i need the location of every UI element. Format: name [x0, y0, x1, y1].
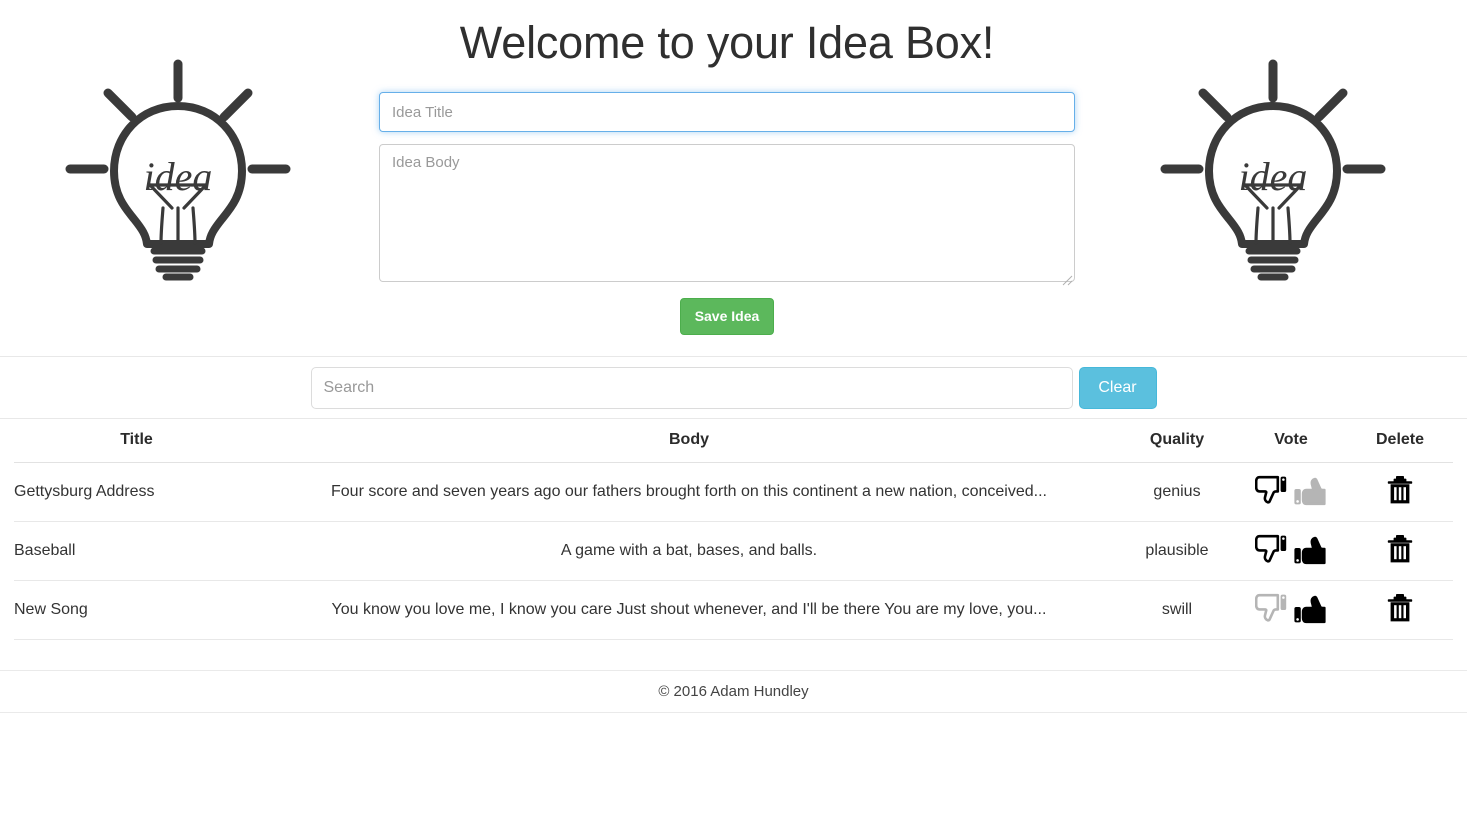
cell-quality: swill [1119, 580, 1235, 640]
cell-quality: genius [1119, 462, 1235, 522]
table-header: Title Body Quality Vote Delete [14, 419, 1453, 463]
table-body: Gettysburg Address Four score and seven … [14, 462, 1453, 640]
table-row: Gettysburg Address Four score and seven … [14, 462, 1453, 522]
copyright-text: © 2016 Adam Hundley [658, 683, 809, 700]
cell-body: A game with a bat, bases, and balls. [259, 521, 1119, 581]
search-group: Clear [310, 366, 1157, 409]
column-header-quality: Quality [1119, 419, 1235, 463]
table-row: Baseball A game with a bat, bases, and b… [14, 521, 1453, 581]
search-zone: Clear [0, 357, 1467, 418]
bulb-word: idea [1239, 154, 1308, 199]
column-header-title: Title [14, 419, 259, 463]
cell-body: Four score and seven years ago our fathe… [259, 462, 1119, 522]
clear-search-button[interactable]: Clear [1078, 366, 1157, 409]
header-zone: idea idea Welcome to your Idea Box! Idea… [0, 0, 1467, 356]
bulb-word: idea [144, 154, 213, 199]
cell-title: Baseball [14, 521, 259, 581]
upvote-button[interactable] [1293, 592, 1327, 624]
cell-title: Gettysburg Address [14, 462, 259, 522]
footer: © 2016 Adam Hundley [0, 670, 1467, 713]
column-header-delete: Delete [1347, 419, 1453, 463]
page-title: Welcome to your Idea Box! [459, 17, 995, 68]
vote-controls [1254, 474, 1327, 506]
downvote-button[interactable] [1254, 475, 1289, 505]
idea-body-input[interactable] [379, 144, 1075, 282]
cell-vote [1235, 580, 1347, 640]
table-header-row: Title Body Quality Vote Delete [14, 419, 1453, 463]
column-header-vote: Vote [1235, 419, 1347, 463]
cell-vote [1235, 521, 1347, 581]
downvote-button[interactable] [1254, 534, 1289, 564]
idea-lightbulb-right-icon: idea [1157, 56, 1389, 282]
table-row: New Song You know you love me, I know yo… [14, 580, 1453, 640]
idea-box-page: idea idea Welcome to your Idea Box! Idea… [0, 0, 1467, 834]
cell-delete [1347, 580, 1453, 640]
ideas-table: Title Body Quality Vote Delete Gettysbur… [14, 419, 1453, 640]
cell-vote [1235, 462, 1347, 522]
vote-controls [1254, 533, 1327, 565]
delete-idea-button[interactable] [1387, 593, 1413, 623]
vote-controls [1254, 592, 1327, 624]
delete-idea-button[interactable] [1387, 534, 1413, 564]
downvote-button[interactable] [1254, 593, 1289, 623]
cell-delete [1347, 462, 1453, 522]
upvote-button[interactable] [1293, 533, 1327, 565]
save-row: Save Idea [379, 298, 1075, 335]
cell-delete [1347, 521, 1453, 581]
upvote-button[interactable] [1293, 474, 1327, 506]
idea-lightbulb-left-icon: idea [62, 56, 294, 282]
save-idea-button[interactable]: Save Idea [679, 298, 775, 335]
search-input[interactable] [310, 366, 1073, 409]
cell-title: New Song [14, 580, 259, 640]
idea-title-input[interactable] [379, 92, 1075, 132]
cell-body: You know you love me, I know you care Ju… [259, 580, 1119, 640]
ideas-table-zone: Title Body Quality Vote Delete Gettysbur… [0, 419, 1467, 640]
delete-idea-button[interactable] [1387, 475, 1413, 505]
cell-quality: plausible [1119, 521, 1235, 581]
idea-form: Welcome to your Idea Box! Save Idea [379, 0, 1075, 335]
column-header-body: Body [259, 419, 1119, 463]
